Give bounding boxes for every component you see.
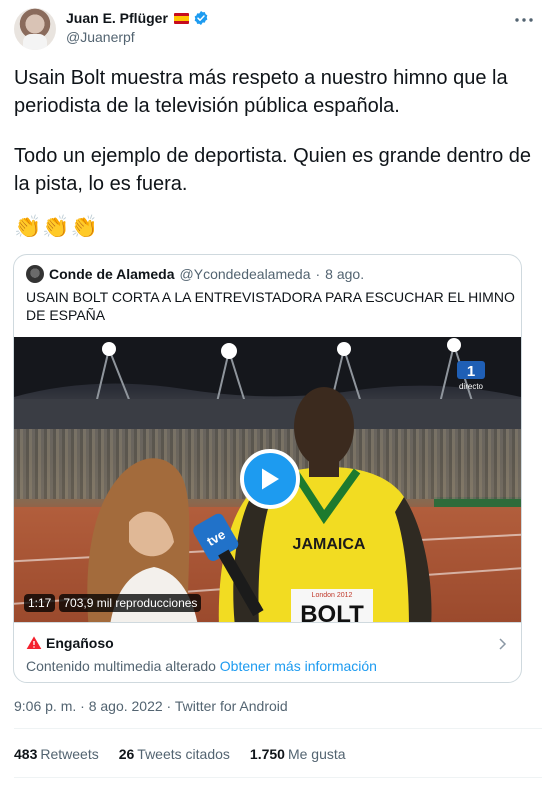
tweet-paragraph: Todo un ejemplo de deportista. Quien es …: [14, 145, 532, 195]
video-views: 703,9 mil reproducciones: [59, 594, 202, 612]
quoted-tweet-text: USAIN BOLT CORTA A LA ENTREVISTADORA PAR…: [26, 289, 515, 323]
notice-body: Contenido multimedia alterado Obtener má…: [26, 658, 377, 674]
clapping-hands-emoji: 👏👏👏: [14, 214, 100, 239]
stat-quote-tweets[interactable]: 26 Tweets citados: [119, 746, 230, 762]
misleading-notice[interactable]: Engañoso Contenido multimedia alterado O…: [14, 622, 521, 682]
divider: [14, 777, 542, 778]
chevron-right-icon[interactable]: [495, 637, 509, 651]
verified-badge-icon: [193, 10, 209, 26]
author-avatar[interactable]: [14, 8, 56, 50]
quoted-tweet-card[interactable]: Conde de Alameda @Ycondedealameda · 8 ag…: [13, 254, 522, 683]
tweet-stats: 483 Retweets 26 Tweets citados 1.750 Me gus…: [14, 746, 346, 762]
notice-description: Contenido multimedia alterado: [26, 658, 216, 674]
video-player[interactable]: JAMAICA London 2012 BOLT tve 1 directo 1…: [14, 337, 521, 622]
learn-more-link[interactable]: Obtener más información: [220, 658, 377, 674]
stat-retweets[interactable]: 483 Retweets: [14, 746, 99, 762]
quoted-tweet-header: Conde de Alameda @Ycondedealameda · 8 ag…: [26, 265, 364, 283]
divider: [14, 728, 542, 729]
author-block: Juan E. Pflüger @Juanerpf: [66, 10, 209, 45]
spain-flag-icon: [173, 12, 189, 24]
tweet-paragraph: Usain Bolt muestra más respeto a nuestro…: [14, 67, 508, 117]
tweet-timestamp[interactable]: 9:06 p. m. · 8 ago. 2022 · Twitter for A…: [14, 698, 288, 714]
play-icon: [262, 468, 279, 490]
channel-logo: 1 directo: [457, 361, 485, 391]
notice-title-row: Engañoso: [26, 635, 114, 651]
tweet-text: Usain Bolt muestra más respeto a nuestro…: [14, 64, 539, 220]
quoted-tweet-date[interactable]: 8 ago.: [325, 266, 364, 282]
quoted-author-avatar[interactable]: [26, 265, 44, 283]
stat-likes[interactable]: 1.750 Me gusta: [250, 746, 346, 762]
bib-name-text: BOLT: [300, 601, 364, 622]
bib-event-text: London 2012: [312, 592, 353, 599]
quoted-author-handle[interactable]: @Ycondedealameda: [180, 266, 311, 282]
tweet: Juan E. Pflüger @Juanerpf Usain Bolt mue…: [0, 0, 556, 785]
play-button[interactable]: [240, 449, 300, 509]
video-info: 1:17 703,9 mil reproducciones: [24, 594, 202, 612]
channel-number: 1: [467, 363, 475, 380]
more-options-icon[interactable]: [514, 10, 534, 30]
separator-dot: ·: [315, 266, 321, 282]
author-handle[interactable]: @Juanerpf: [66, 29, 209, 45]
channel-label: directo: [459, 382, 484, 391]
author-display-name[interactable]: Juan E. Pflüger: [66, 10, 168, 26]
jersey-text: JAMAICA: [293, 536, 366, 553]
video-duration: 1:17: [24, 594, 56, 612]
quoted-author-name[interactable]: Conde de Alameda: [49, 266, 175, 282]
notice-title: Engañoso: [46, 635, 114, 651]
warning-icon: [26, 636, 42, 649]
